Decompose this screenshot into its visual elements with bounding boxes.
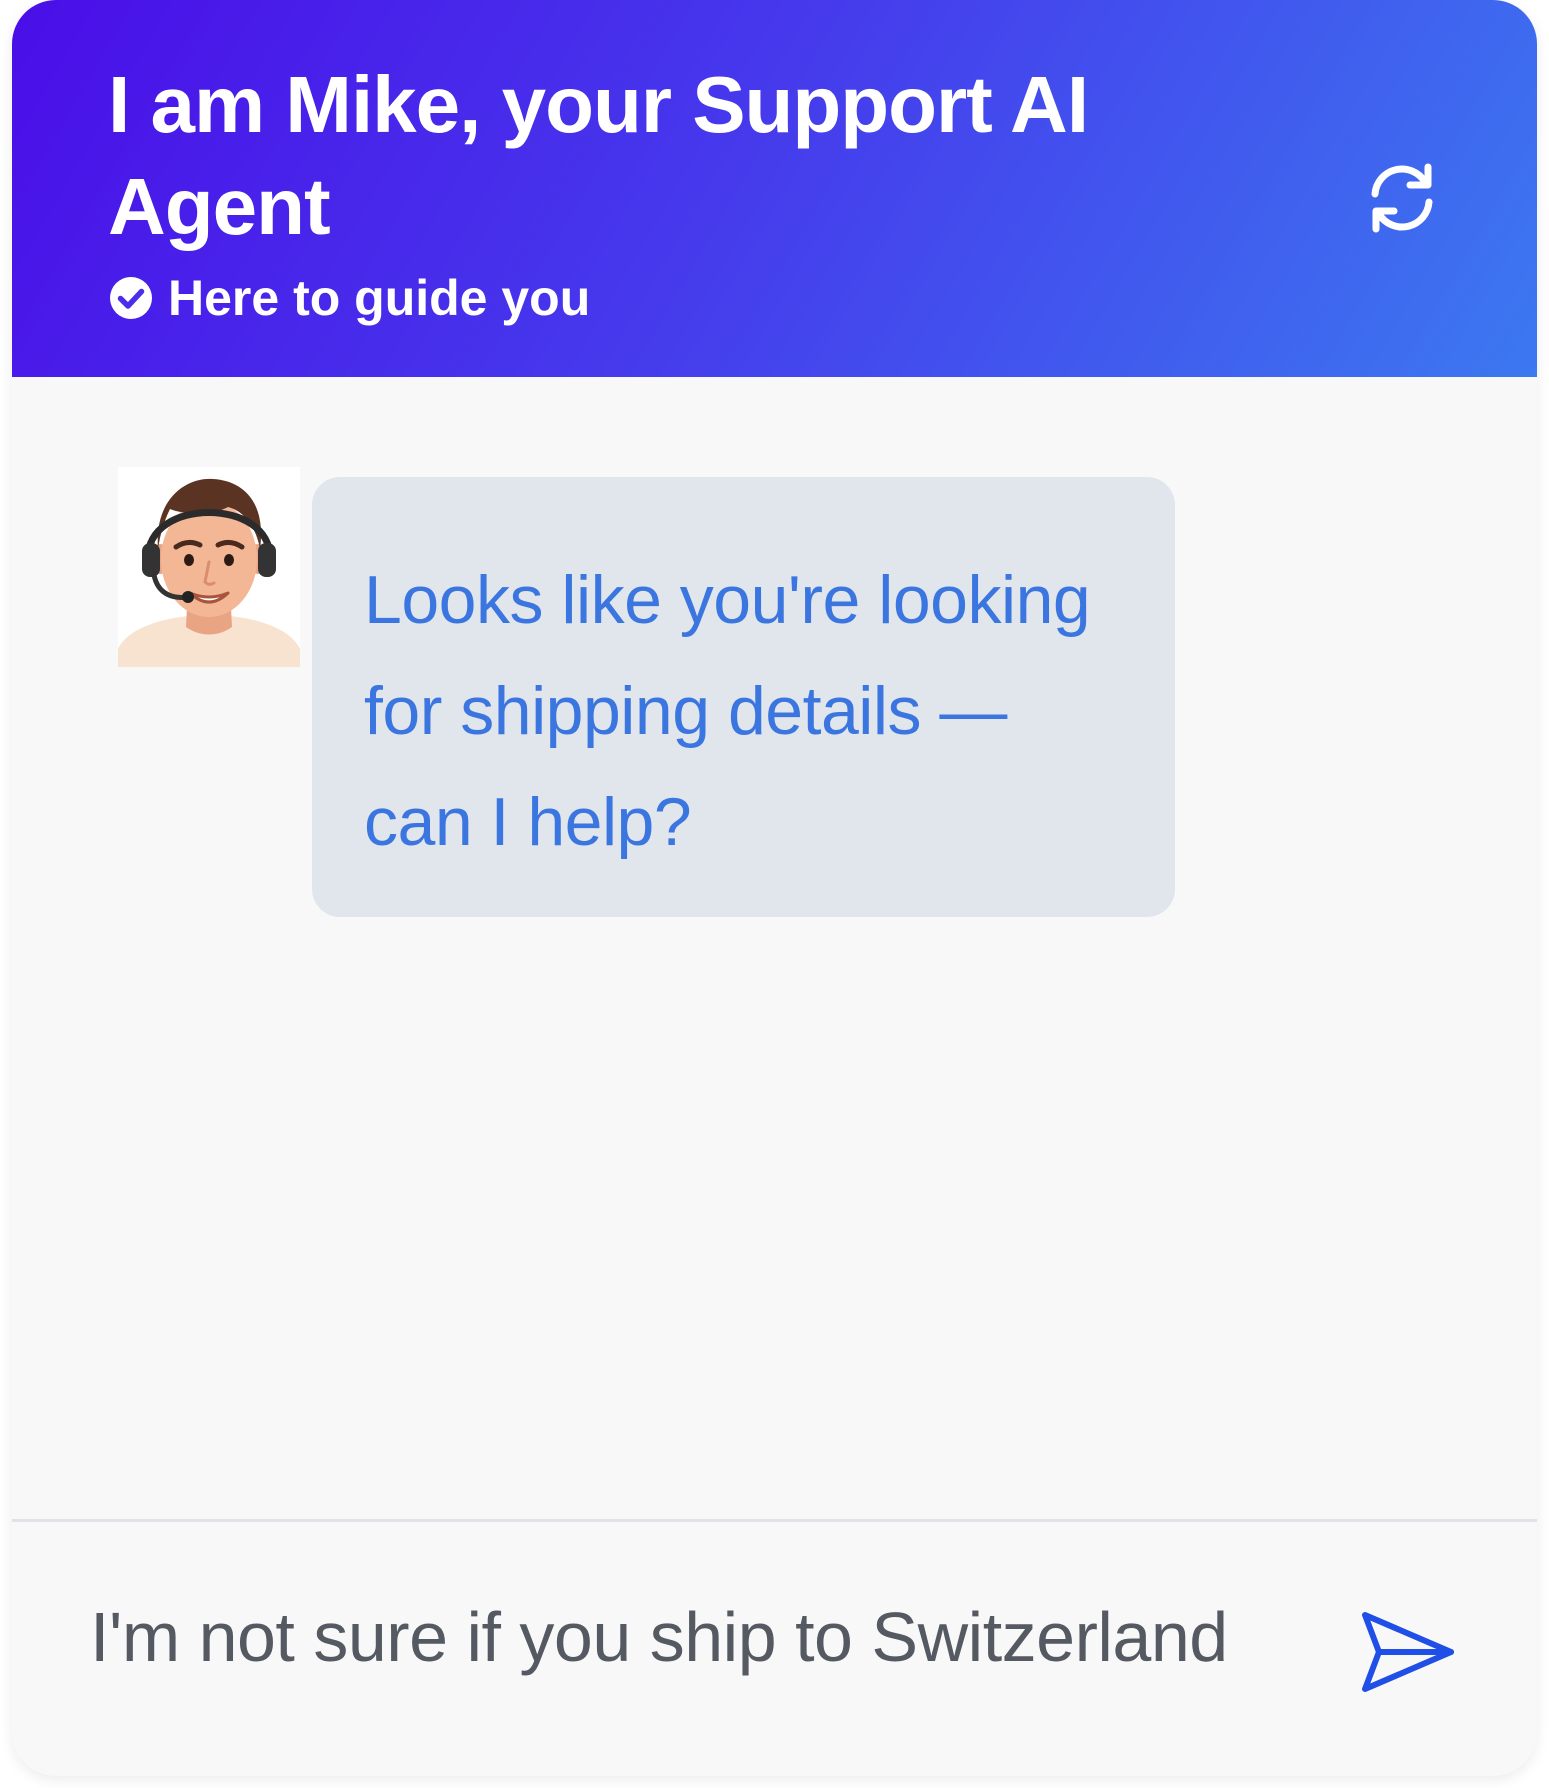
send-icon bbox=[1362, 1612, 1454, 1692]
composer bbox=[12, 1522, 1537, 1776]
check-circle-icon bbox=[108, 275, 154, 321]
subtitle-text: Here to guide you bbox=[168, 270, 591, 326]
agent-message-bubble: Looks like you're looking for shipping d… bbox=[312, 477, 1175, 917]
chat-widget: I am Mike, your Support AI Agent Here to… bbox=[12, 0, 1537, 1776]
chat-title: I am Mike, your Support AI Agent bbox=[108, 60, 1089, 251]
send-button[interactable] bbox=[1352, 1602, 1462, 1702]
refresh-icon bbox=[1371, 163, 1433, 233]
chat-subtitle: Here to guide you bbox=[108, 268, 590, 328]
refresh-button[interactable] bbox=[1352, 148, 1452, 248]
message-list: Looks like you're looking for shipping d… bbox=[12, 377, 1537, 1520]
support-agent-avatar bbox=[118, 467, 300, 667]
message-input[interactable] bbox=[90, 1582, 1330, 1692]
chat-header: I am Mike, your Support AI Agent Here to… bbox=[12, 0, 1537, 377]
